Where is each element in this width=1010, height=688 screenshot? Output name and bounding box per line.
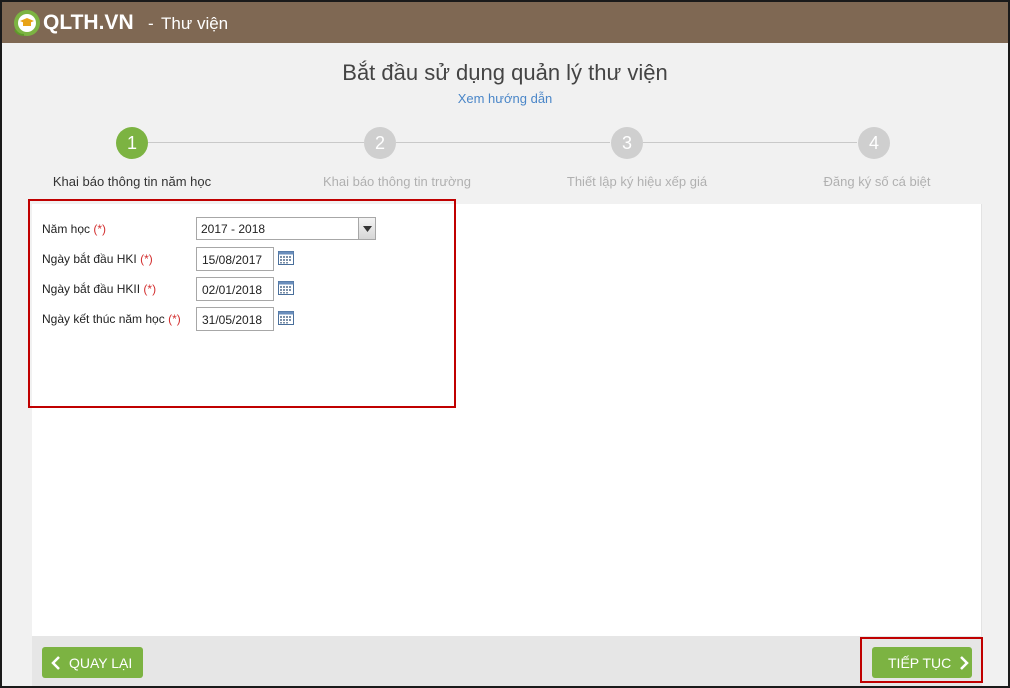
school-year-value: 2017 - 2018: [201, 222, 266, 236]
logo-text: QLTH.VN: [43, 11, 134, 34]
logo-icon: [14, 10, 40, 36]
guide-link[interactable]: Xem hướng dẫn: [2, 91, 1008, 106]
step-connector: [396, 142, 610, 143]
chevron-down-icon[interactable]: [358, 218, 375, 239]
top-bar: QLTH.VN - Thư viện: [2, 2, 1008, 43]
required-mark: (*): [140, 252, 153, 266]
year-end-label: Ngày kết thúc năm học (*): [42, 312, 181, 326]
hk2-start-label-text: Ngày bắt đầu HKII: [42, 282, 141, 296]
wizard-stepper: 1 2 3 4 Khai báo thông tin năm học Khai …: [2, 126, 1008, 196]
footer-bar: [32, 636, 982, 686]
required-mark: (*): [93, 222, 107, 236]
step-3-circle: 3: [611, 127, 643, 159]
school-year-label: Năm học (*): [42, 222, 106, 236]
year-end-input[interactable]: 31/05/2018: [196, 307, 274, 331]
hk2-start-input[interactable]: 02/01/2018: [196, 277, 274, 301]
chevron-right-icon: [960, 655, 970, 670]
school-year-select[interactable]: 2017 - 2018: [196, 217, 376, 240]
step-4-label: Đăng ký số cá biệt: [823, 174, 931, 189]
required-mark: (*): [143, 282, 157, 296]
chevron-left-icon: [51, 655, 60, 670]
year-end-label-text: Ngày kết thúc năm học: [42, 312, 165, 326]
step-1-circle: 1: [116, 127, 148, 159]
step-4-circle: 4: [858, 127, 890, 159]
app-window: QLTH.VN - Thư viện Bắt đầu sử dụng quản …: [0, 0, 1010, 688]
step-2-label: Khai báo thông tin trường: [322, 174, 472, 189]
title-separator: -: [148, 14, 154, 33]
hk1-start-input[interactable]: 15/08/2017: [196, 247, 274, 271]
hk2-start-label: Ngày bắt đầu HKII (*): [42, 282, 156, 296]
page-title: Bắt đầu sử dụng quản lý thư viện: [342, 60, 668, 85]
calendar-icon[interactable]: [278, 281, 294, 295]
calendar-icon[interactable]: [278, 251, 294, 265]
next-button-label: TIẾP TỤC: [888, 654, 952, 671]
step-1-label: Khai báo thông tin năm học: [52, 174, 212, 189]
step-connector: [643, 142, 857, 143]
required-mark: (*): [168, 312, 181, 326]
app-name: Thư viện: [161, 14, 229, 33]
hk1-start-label: Ngày bắt đầu HKI (*): [42, 252, 153, 266]
step-2-circle: 2: [364, 127, 396, 159]
step-connector: [148, 142, 364, 143]
calendar-icon[interactable]: [278, 311, 294, 325]
next-button[interactable]: TIẾP TỤC: [872, 647, 972, 678]
back-button[interactable]: QUAY LẠI: [42, 647, 143, 678]
school-year-label-text: Năm học: [42, 222, 91, 236]
step-3-label: Thiết lập ký hiệu xếp giá: [566, 174, 708, 189]
back-button-label: QUAY LẠI: [69, 654, 133, 671]
hk1-start-label-text: Ngày bắt đầu HKI: [42, 252, 137, 266]
